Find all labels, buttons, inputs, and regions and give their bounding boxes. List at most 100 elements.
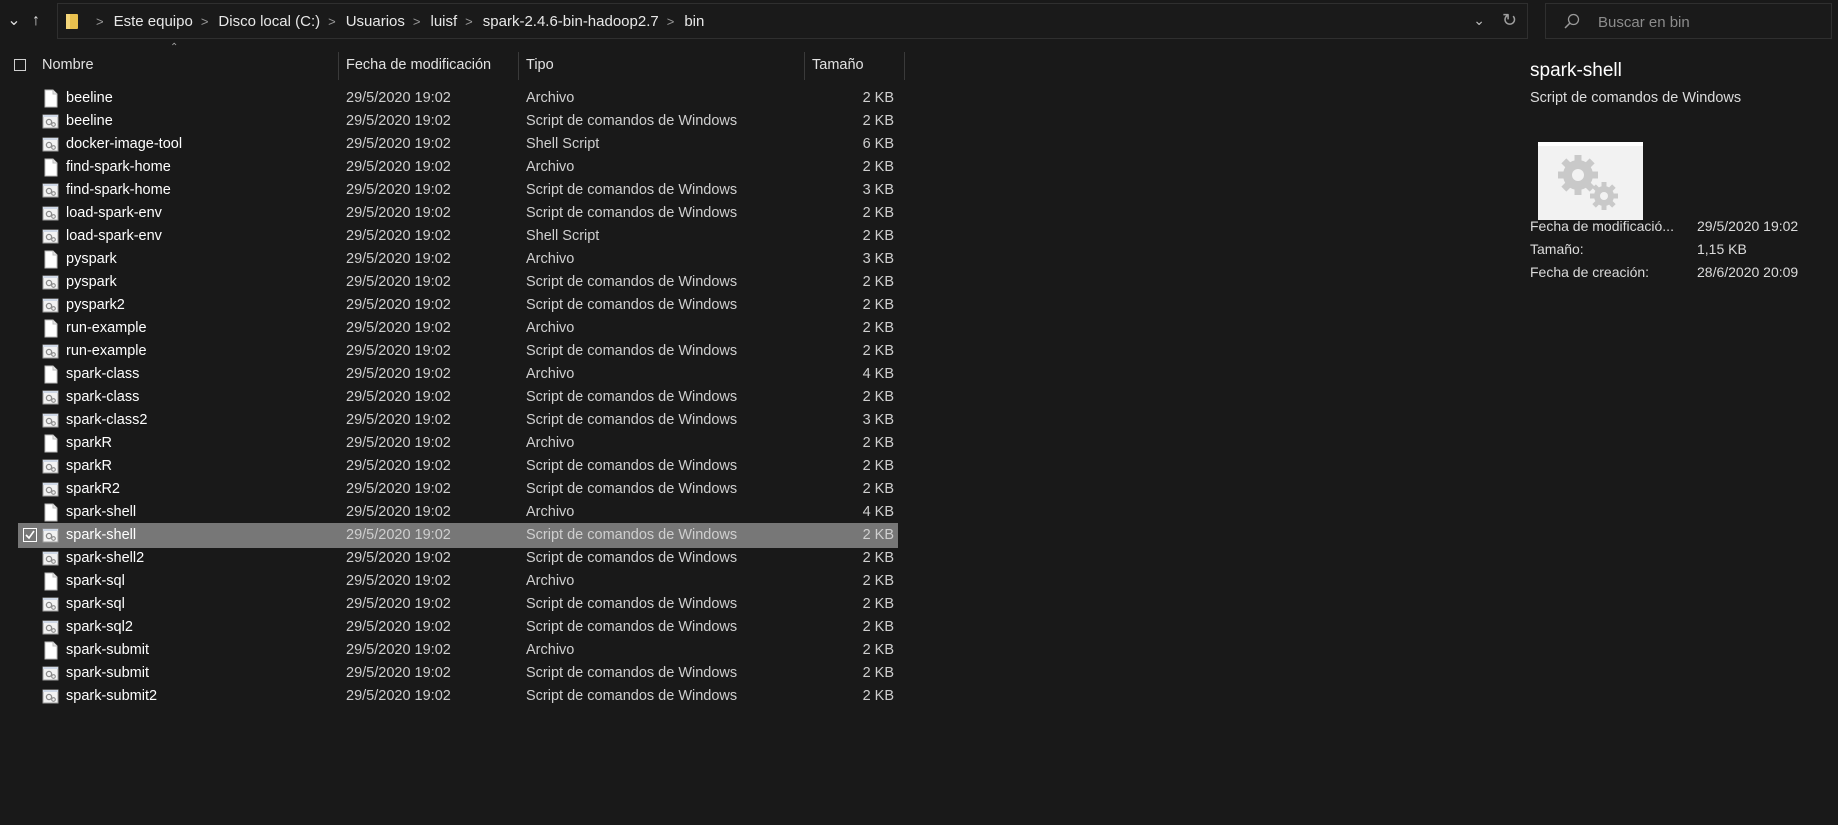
file-row[interactable]: docker-image-tool 29/5/2020 19:02 Shell Sc…: [18, 132, 898, 157]
file-row[interactable]: run-example 29/5/2020 19:02 Archivo 2 KB: [18, 316, 898, 341]
file-row[interactable]: spark-shell 29/5/2020 19:02 Archivo 4 KB: [18, 500, 898, 525]
file-type: Archivo: [526, 320, 575, 336]
search-input[interactable]: [1596, 10, 1820, 34]
file-row[interactable]: run-example 29/5/2020 19:02 Script de coma…: [18, 339, 898, 364]
row-checkbox[interactable]: [23, 528, 37, 542]
search-box[interactable]: [1545, 3, 1832, 39]
file-row[interactable]: spark-submit 29/5/2020 19:02 Script de com…: [18, 661, 898, 686]
breadcrumb-item-user[interactable]: luisf: [430, 13, 457, 30]
file-date: 29/5/2020 19:02: [346, 274, 451, 290]
file-type: Script de comandos de Windows: [526, 688, 738, 704]
file-date: 29/5/2020 19:02: [346, 527, 451, 543]
recent-locations-chevron-icon[interactable]: ⌄: [4, 10, 24, 32]
file-row[interactable]: spark-sql 29/5/2020 19:02 Archivo 2 KB: [18, 569, 898, 594]
details-file-type: Script de comandos de Windows: [1530, 90, 1742, 106]
blank-file-icon: [44, 319, 58, 338]
breadcrumb-separator-icon[interactable]: >: [193, 14, 219, 29]
column-header-size[interactable]: Tamaño: [812, 48, 902, 82]
script-file-icon: [42, 344, 59, 359]
file-row[interactable]: find-spark-home 29/5/2020 19:02 Script de …: [18, 178, 898, 203]
file-size: 2 KB: [862, 665, 894, 681]
file-row[interactable]: sparkR2 29/5/2020 19:02 Script de comandos…: [18, 477, 898, 502]
file-row[interactable]: pyspark 29/5/2020 19:02 Script de comandos…: [18, 270, 898, 295]
file-size: 2 KB: [862, 297, 894, 313]
column-header-name[interactable]: Nombre: [42, 48, 338, 82]
file-row[interactable]: sparkR 29/5/2020 19:02 Script de comandos …: [18, 454, 898, 479]
file-date: 29/5/2020 19:02: [346, 504, 451, 520]
file-name: spark-class: [66, 366, 140, 382]
column-divider[interactable]: [804, 52, 805, 80]
breadcrumb-item-spark-folder[interactable]: spark-2.4.6-bin-hadoop2.7: [483, 13, 659, 30]
file-row[interactable]: spark-class2 29/5/2020 19:02 Script de com…: [18, 408, 898, 433]
file-date: 29/5/2020 19:02: [346, 596, 451, 612]
file-date: 29/5/2020 19:02: [346, 619, 451, 635]
file-name: spark-sql: [66, 596, 125, 612]
file-row[interactable]: spark-class 29/5/2020 19:02 Archivo 4 KB: [18, 362, 898, 387]
script-file-icon: [42, 298, 59, 313]
column-divider[interactable]: [338, 52, 339, 80]
file-name: run-example: [66, 320, 147, 336]
file-type: Script de comandos de Windows: [526, 458, 738, 474]
file-size: 4 KB: [862, 504, 894, 520]
script-file-icon: [42, 528, 59, 543]
file-row[interactable]: pyspark 29/5/2020 19:02 Archivo 3 KB: [18, 247, 898, 272]
file-row[interactable]: pyspark2 29/5/2020 19:02 Script de comando…: [18, 293, 898, 318]
breadcrumb-separator-icon[interactable]: >: [405, 14, 431, 29]
file-size: 2 KB: [862, 343, 894, 359]
file-type: Archivo: [526, 504, 575, 520]
file-type: Archivo: [526, 90, 575, 106]
file-date: 29/5/2020 19:02: [346, 297, 451, 313]
file-type: Script de comandos de Windows: [526, 665, 738, 681]
column-header-type[interactable]: Tipo: [526, 48, 801, 82]
blank-file-icon: [44, 641, 58, 660]
breadcrumb-item-usuarios[interactable]: Usuarios: [346, 13, 405, 30]
file-date: 29/5/2020 19:02: [346, 458, 451, 474]
select-all-checkbox[interactable]: [14, 59, 26, 71]
file-row[interactable]: load-spark-env 29/5/2020 19:02 Script de c…: [18, 201, 898, 226]
file-row[interactable]: find-spark-home 29/5/2020 19:02 Archivo 2 K…: [18, 155, 898, 180]
file-row[interactable]: spark-sql 29/5/2020 19:02 Script de comand…: [18, 592, 898, 617]
file-row[interactable]: beeline 29/5/2020 19:02 Archivo 2 KB: [18, 86, 898, 111]
file-row[interactable]: spark-sql2 29/5/2020 19:02 Script de coman…: [18, 615, 898, 640]
file-name: pyspark: [66, 274, 117, 290]
breadcrumb-item-bin[interactable]: bin: [684, 13, 704, 30]
file-row[interactable]: spark-submit2 29/5/2020 19:02 Script de co…: [18, 684, 898, 709]
file-date: 29/5/2020 19:02: [346, 205, 451, 221]
file-type: Script de comandos de Windows: [526, 205, 738, 221]
breadcrumb-separator-icon[interactable]: >: [659, 14, 685, 29]
refresh-icon[interactable]: ↻: [1502, 10, 1517, 31]
file-size: 2 KB: [862, 688, 894, 704]
file-name: load-spark-env: [66, 228, 162, 244]
file-row[interactable]: spark-class 29/5/2020 19:02 Script de coma…: [18, 385, 898, 410]
file-row[interactable]: beeline 29/5/2020 19:02 Script de comandos…: [18, 109, 898, 134]
breadcrumb-item-este-equipo[interactable]: Este equipo: [114, 13, 193, 30]
column-divider[interactable]: [518, 52, 519, 80]
navigation-bar: ⌄ ↑ > Este equipo > Disco local (C:) > U…: [0, 0, 1838, 44]
file-date: 29/5/2020 19:02: [346, 435, 451, 451]
script-file-icon: [42, 666, 59, 681]
file-name: beeline: [66, 90, 113, 106]
address-bar[interactable]: > Este equipo > Disco local (C:) > Usuar…: [57, 3, 1528, 39]
breadcrumb-separator-icon[interactable]: >: [457, 14, 483, 29]
script-file-icon: [42, 137, 59, 152]
file-row[interactable]: spark-shell2 29/5/2020 19:02 Script de com…: [18, 546, 898, 571]
column-header-date[interactable]: Fecha de modificación: [346, 48, 516, 82]
file-date: 29/5/2020 19:02: [346, 481, 451, 497]
file-type: Script de comandos de Windows: [526, 527, 738, 543]
address-history-chevron-icon[interactable]: ⌄: [1473, 12, 1485, 29]
breadcrumb-item-disco-local[interactable]: Disco local (C:): [218, 13, 320, 30]
breadcrumb-separator-icon[interactable]: >: [320, 14, 346, 29]
file-row[interactable]: load-spark-env 29/5/2020 19:02 Shell Scrip…: [18, 224, 898, 249]
column-divider[interactable]: [904, 52, 905, 80]
file-row[interactable]: spark-shell 29/5/2020 19:02 Script de coma…: [18, 523, 898, 548]
file-name: find-spark-home: [66, 159, 171, 175]
file-size: 2 KB: [862, 573, 894, 589]
file-size: 2 KB: [862, 458, 894, 474]
file-name: docker-image-tool: [66, 136, 183, 152]
file-row[interactable]: sparkR 29/5/2020 19:02 Archivo 2 KB: [18, 431, 898, 456]
file-type: Script de comandos de Windows: [526, 619, 738, 635]
file-row[interactable]: spark-submit 29/5/2020 19:02 Archivo 2 KB: [18, 638, 898, 663]
up-arrow-icon[interactable]: ↑: [26, 10, 46, 32]
file-type: Archivo: [526, 251, 575, 267]
breadcrumb-separator-icon[interactable]: >: [88, 14, 114, 29]
